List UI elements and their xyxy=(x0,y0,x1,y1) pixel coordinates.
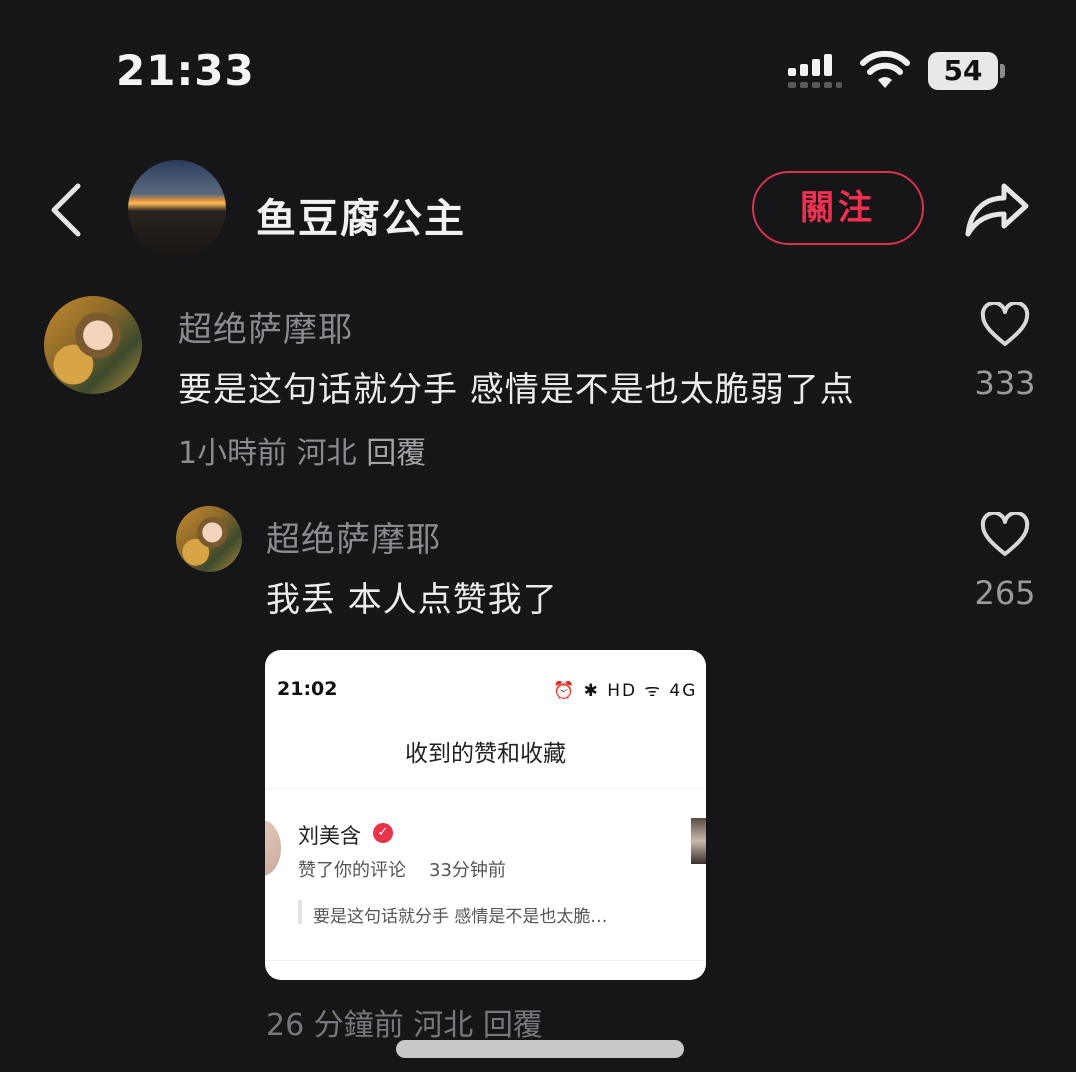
like-count: 333 xyxy=(974,364,1036,402)
like-count: 265 xyxy=(974,574,1036,612)
commenter-avatar[interactable] xyxy=(44,296,142,394)
embedded-user-name: 刘美含 xyxy=(298,824,361,848)
reply-button[interactable]: 回覆 xyxy=(483,1008,543,1043)
battery-level: 54 xyxy=(943,54,983,87)
comment-time: 26 分鐘前 xyxy=(266,1008,404,1043)
comment-location: 河北 xyxy=(413,1008,474,1043)
comment-time: 1小時前 xyxy=(178,436,288,471)
embedded-avatar xyxy=(265,820,281,876)
comment-username[interactable]: 超绝萨摩耶 xyxy=(178,302,353,351)
share-arrow-icon[interactable] xyxy=(964,180,1030,238)
author-avatar[interactable] xyxy=(128,160,226,258)
quote-bar xyxy=(298,900,302,924)
back-chevron-icon[interactable] xyxy=(46,182,86,238)
wifi-icon xyxy=(860,50,910,88)
verified-check-icon: ✓ xyxy=(373,823,393,843)
cellular-signal-icon xyxy=(788,54,842,88)
heart-icon[interactable] xyxy=(980,512,1030,558)
divider xyxy=(265,960,706,961)
author-name[interactable]: 鱼豆腐公主 xyxy=(256,186,466,244)
comment-text: 要是这句话就分手 感情是不是也太脆弱了点 xyxy=(178,370,855,410)
embedded-status-icons: ⏰ ✱ HD ᯤ 4G xyxy=(553,681,698,701)
comment-username[interactable]: 超绝萨摩耶 xyxy=(266,512,441,561)
commenter-avatar[interactable] xyxy=(176,506,242,572)
heart-icon[interactable] xyxy=(980,302,1030,348)
embedded-page-title: 收到的赞和收藏 xyxy=(405,741,566,767)
embedded-status-time: 21:02 xyxy=(277,678,338,700)
embedded-quote: 要是这句话就分手 感情是不是也太脆… xyxy=(313,907,608,927)
battery-tip xyxy=(1000,64,1005,78)
embedded-time-ago: 33分钟前 xyxy=(429,860,506,881)
follow-button[interactable]: 關注 xyxy=(752,171,924,245)
divider xyxy=(265,788,706,789)
status-time: 21:33 xyxy=(116,46,255,95)
battery-indicator: 54 xyxy=(928,52,998,90)
reply-button[interactable]: 回覆 xyxy=(366,436,426,471)
embedded-action: 赞了你的评论 xyxy=(298,860,406,881)
comment-text: 我丢 本人点赞我了 xyxy=(266,580,558,620)
embedded-thumbnail xyxy=(691,818,706,864)
comment-meta: 1小時前 河北 回覆 xyxy=(178,428,426,472)
comment-location: 河北 xyxy=(296,436,357,471)
comment-image-attachment[interactable]: 21:02 ⏰ ✱ HD ᯤ 4G 收到的赞和收藏 刘美含 ✓ 赞了你的评论 3… xyxy=(265,650,706,980)
comment-meta: 26 分鐘前 河北 回覆 xyxy=(266,1000,543,1044)
home-indicator xyxy=(396,1040,684,1058)
